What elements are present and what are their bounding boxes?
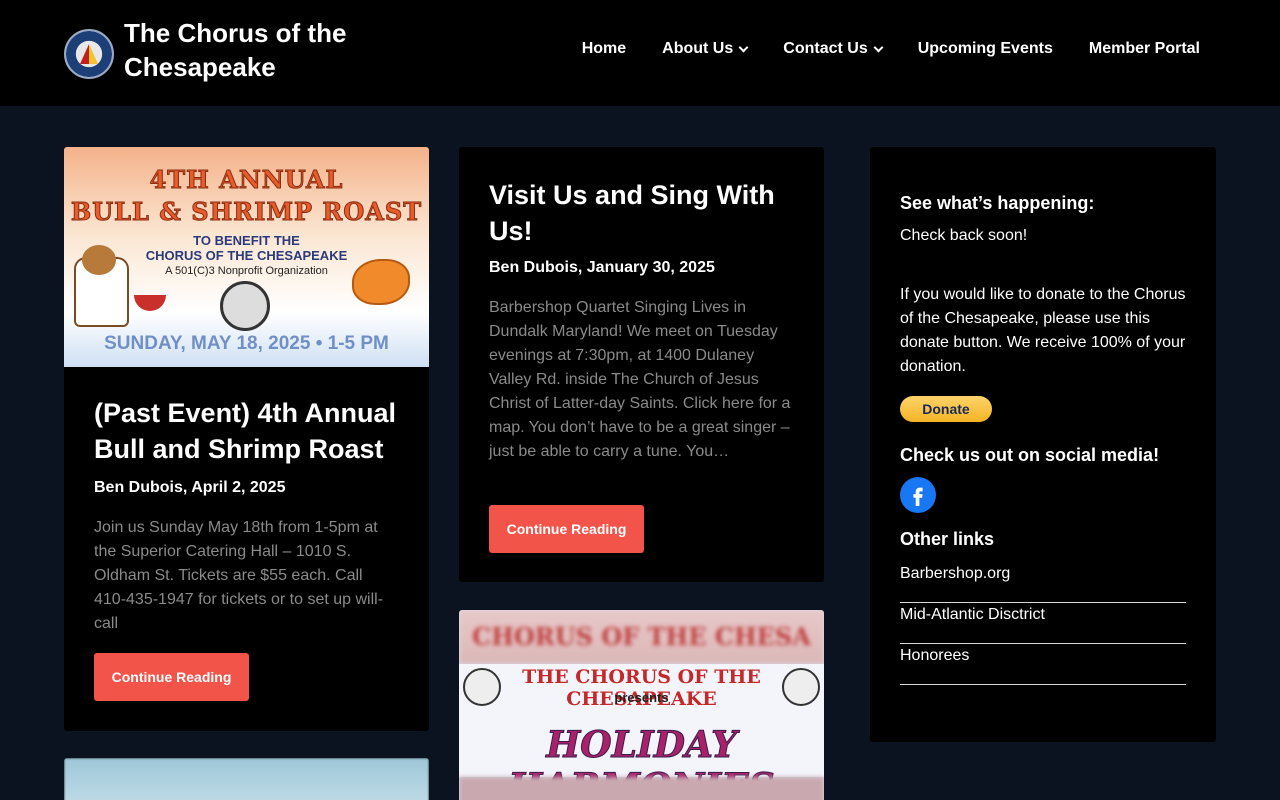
site-header: The Chorus of the Chesapeake Home About … bbox=[0, 0, 1280, 106]
nav-home[interactable]: Home bbox=[582, 40, 626, 58]
nav-upcoming-events[interactable]: Upcoming Events bbox=[918, 40, 1053, 58]
post-meta: Ben Dubois, January 30, 2025 bbox=[489, 259, 715, 276]
link-honorees[interactable]: Honorees bbox=[900, 644, 1186, 685]
bull-head-icon bbox=[82, 245, 116, 275]
nav-member-portal-label: Member Portal bbox=[1088, 40, 1200, 57]
donate-button[interactable]: Donate bbox=[900, 396, 992, 422]
post-meta: Ben Dubois, April 2, 2025 bbox=[94, 479, 286, 496]
chorus-logo[interactable] bbox=[64, 29, 114, 79]
post-title[interactable]: (Past Event) 4th Annual Bull and Shrimp … bbox=[94, 395, 404, 467]
main-nav: Home About Us Contact Us Upcoming Events… bbox=[582, 40, 1200, 58]
grill-icon bbox=[134, 295, 166, 311]
facebook-icon[interactable] bbox=[900, 477, 936, 513]
logo-emblem-icon bbox=[80, 44, 98, 64]
post-image-holiday-harmonies[interactable]: CHORUS OF THE CHESA THE CHORUS OF THE CH… bbox=[459, 610, 824, 800]
flyer-heading-2: BULL & SHRIMP ROAST bbox=[70, 197, 423, 227]
nav-home-label: Home bbox=[581, 40, 627, 57]
post-image-bull-roast[interactable]: 4TH ANNUAL BULL & SHRIMP ROAST TO BENEFI… bbox=[64, 147, 429, 367]
sidebar-heading-other-links: Other links bbox=[900, 529, 995, 549]
post-card-bull-roast: 4TH ANNUAL BULL & SHRIMP ROAST TO BENEFI… bbox=[64, 147, 429, 731]
post-card-partial bbox=[64, 758, 429, 800]
flyer-date: SUNDAY, MAY 18, 2025 • 1-5 PM bbox=[104, 333, 389, 354]
link-barbershop-org[interactable]: Barbershop.org bbox=[900, 562, 1186, 603]
nav-contact-us-label: Contact Us bbox=[783, 40, 868, 57]
flyer-blurred-bottom bbox=[459, 777, 824, 800]
nav-about-us-label: About Us bbox=[662, 40, 734, 57]
post-card-visit-us: Visit Us and Sing With Us! Ben Dubois, J… bbox=[459, 147, 824, 582]
post-image-partial[interactable] bbox=[64, 758, 429, 800]
site-title[interactable]: The Chorus of the Chesapeake bbox=[124, 16, 364, 84]
shrimp-illustration-icon bbox=[352, 259, 410, 305]
facebook-glyph-icon bbox=[913, 487, 923, 506]
post-excerpt: Join us Sunday May 18th from 1-5pm at th… bbox=[94, 519, 384, 632]
sidebar-heading-social: Check us out on social media! bbox=[900, 445, 1160, 465]
continue-reading-button[interactable]: Continue Reading bbox=[489, 505, 644, 553]
sidebar: See what’s happening: Check back soon! I… bbox=[870, 147, 1216, 742]
post-excerpt: Barbershop Quartet Singing Lives in Dund… bbox=[489, 299, 791, 460]
continue-reading-button[interactable]: Continue Reading bbox=[94, 653, 249, 701]
link-mid-atlantic-district[interactable]: Mid-Atlantic Disctrict bbox=[900, 603, 1186, 644]
sidebar-donate-text: If you would like to donate to the Choru… bbox=[900, 286, 1186, 375]
flyer-benefit-line-1: TO BENEFIT THE bbox=[193, 233, 300, 248]
nav-upcoming-events-label: Upcoming Events bbox=[917, 40, 1053, 57]
sidebar-check-back-text: Check back soon! bbox=[900, 227, 1028, 244]
chevron-down-icon bbox=[873, 42, 884, 52]
post-card-holiday-harmonies: CHORUS OF THE CHESA THE CHORUS OF THE CH… bbox=[459, 610, 824, 800]
nav-about-us[interactable]: About Us bbox=[662, 40, 749, 58]
chevron-down-icon bbox=[738, 42, 749, 52]
post-title[interactable]: Visit Us and Sing With Us! bbox=[489, 177, 794, 249]
sidebar-heading-happening: See what’s happening: bbox=[900, 193, 1095, 213]
nav-member-portal[interactable]: Member Portal bbox=[1089, 40, 1200, 58]
flyer-presents: presents bbox=[614, 690, 669, 705]
nav-contact-us[interactable]: Contact Us bbox=[783, 40, 884, 58]
flyer-heading-1: 4TH ANNUAL bbox=[149, 165, 344, 195]
flyer-blurred-top: CHORUS OF THE CHESA bbox=[459, 610, 824, 664]
chorus-seal-icon bbox=[220, 281, 270, 331]
